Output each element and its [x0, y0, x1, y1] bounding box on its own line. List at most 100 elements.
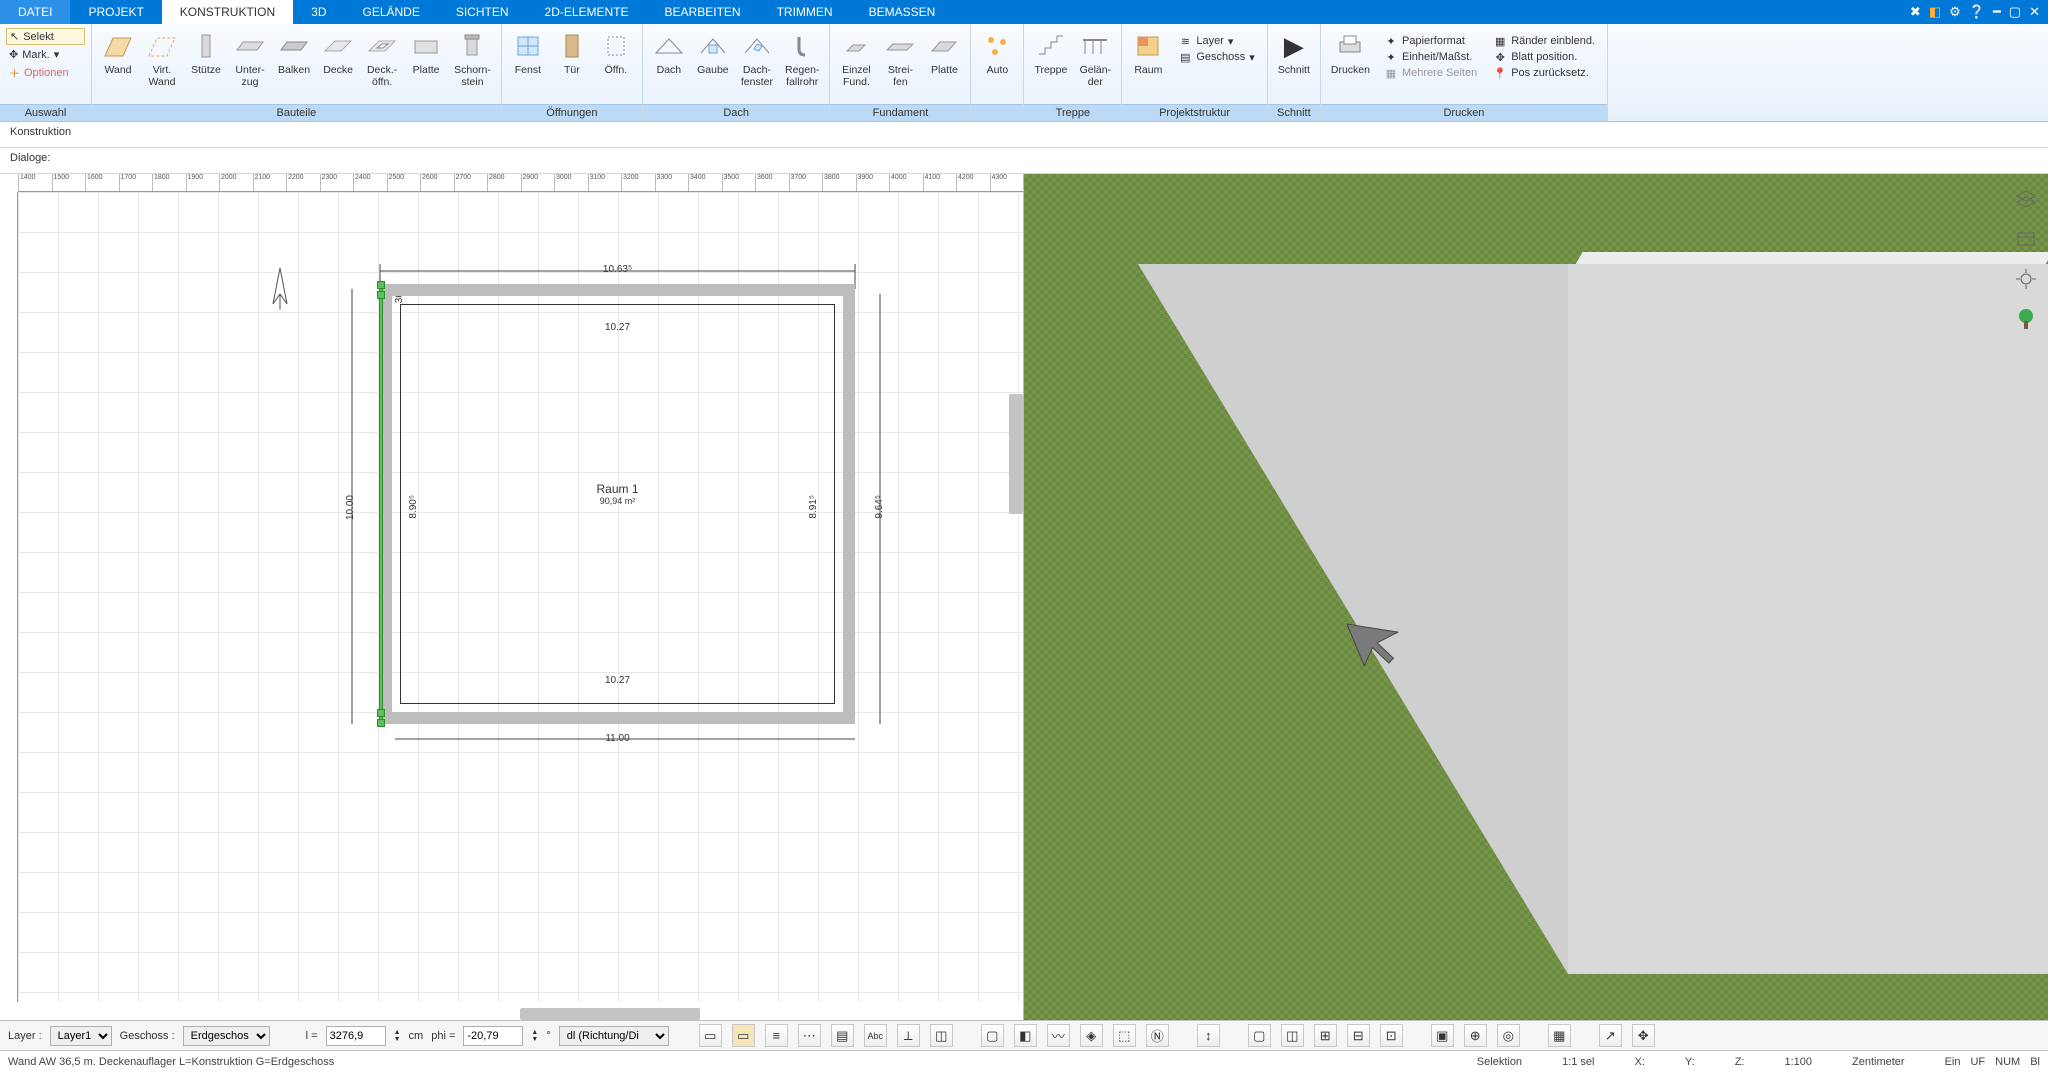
tb-btn-16[interactable]: ▢: [1248, 1024, 1271, 1047]
tab-sichten[interactable]: SICHTEN: [438, 0, 527, 24]
tab-trimmen[interactable]: TRIMMEN: [759, 0, 851, 24]
tb-btn-14[interactable]: Ⓝ: [1146, 1024, 1169, 1047]
tb-btn-5[interactable]: ▤: [831, 1024, 854, 1047]
raum-button[interactable]: Raum: [1126, 28, 1170, 104]
tab-bemassen[interactable]: BEMASSEN: [851, 0, 954, 24]
gelaender-button[interactable]: Gelän- der: [1073, 28, 1117, 104]
dach-button[interactable]: Dach: [647, 28, 691, 104]
tab-3d[interactable]: 3D: [293, 0, 344, 24]
dachfenster-button[interactable]: Dach- fenster: [735, 28, 779, 104]
tb-btn-24[interactable]: ▦: [1548, 1024, 1571, 1047]
streifen-button[interactable]: Strei- fen: [878, 28, 922, 104]
furniture-palette-button[interactable]: [2013, 226, 2039, 252]
window-icon[interactable]: ◧: [1929, 4, 1941, 20]
tb-btn-2[interactable]: ▭: [732, 1024, 755, 1047]
view-2d[interactable]: 1400150016001700180019002000210022002300…: [0, 174, 1024, 1020]
tb-btn-17[interactable]: ◫: [1281, 1024, 1304, 1047]
handle-top2[interactable]: [377, 291, 385, 299]
phi-input[interactable]: [463, 1026, 523, 1046]
tb-btn-12[interactable]: ◈: [1080, 1024, 1103, 1047]
optionen-button[interactable]: ＋ Optionen: [6, 64, 85, 82]
mark-button[interactable]: ✥ Mark. ▾: [6, 47, 85, 62]
oeffn-button[interactable]: Öffn.: [594, 28, 638, 104]
tb-btn-8[interactable]: ◫: [930, 1024, 953, 1047]
fund-platte-button[interactable]: Platte: [922, 28, 966, 104]
tab-konstruktion[interactable]: KONSTRUKTION: [162, 0, 293, 24]
tb-btn-11[interactable]: 〰: [1047, 1024, 1070, 1047]
target-palette-button[interactable]: [2013, 266, 2039, 292]
balken-button[interactable]: Balken: [272, 28, 316, 104]
settings-icon[interactable]: ⚙: [1949, 4, 1961, 20]
schornstein-button[interactable]: Schorn- stein: [448, 28, 497, 104]
tab-bearbeiten[interactable]: BEARBEITEN: [647, 0, 759, 24]
geschoss-dropdown[interactable]: ▤Geschoss▾: [1178, 50, 1254, 64]
unterzug-button[interactable]: Unter- zug: [228, 28, 272, 104]
tree-palette-button[interactable]: [2013, 306, 2039, 332]
einheit-button[interactable]: ✦Einheit/Maßst.: [1384, 50, 1477, 64]
fenster-button[interactable]: Fenst: [506, 28, 550, 104]
l-spinner-down[interactable]: ▼: [394, 1036, 401, 1043]
platte-button[interactable]: Platte: [404, 28, 448, 104]
tb-btn-25[interactable]: ↗: [1599, 1024, 1622, 1047]
phi-spinner-up[interactable]: ▲: [531, 1029, 538, 1036]
layer-select[interactable]: Layer1: [50, 1026, 112, 1046]
mehrere-seiten-button[interactable]: ▦Mehrere Seiten: [1384, 66, 1477, 80]
blatt-button[interactable]: ✥Blatt position.: [1493, 50, 1595, 64]
tb-btn-19[interactable]: ⊟: [1347, 1024, 1370, 1047]
handle-bottom[interactable]: [377, 719, 385, 727]
treppe-button[interactable]: Treppe: [1028, 28, 1073, 104]
gaube-button[interactable]: Gaube: [691, 28, 735, 104]
scrollbar-2d-horizontal[interactable]: [520, 1008, 700, 1020]
tab-gelaende[interactable]: GELÄNDE: [344, 0, 437, 24]
stuetze-button[interactable]: Stütze: [184, 28, 228, 104]
wand-button[interactable]: Wand: [96, 28, 140, 104]
scrollbar-2d-vertical[interactable]: [1009, 394, 1023, 514]
l-spinner-up[interactable]: ▲: [394, 1029, 401, 1036]
selekt-button[interactable]: ↖ Selekt: [6, 28, 85, 45]
tb-btn-21[interactable]: ▣: [1431, 1024, 1454, 1047]
tb-btn-15[interactable]: ↕: [1197, 1024, 1220, 1047]
einzelfund-button[interactable]: Einzel Fund.: [834, 28, 878, 104]
mode-select[interactable]: dl (Richtung/Di: [559, 1026, 669, 1046]
tb-btn-18[interactable]: ⊞: [1314, 1024, 1337, 1047]
tb-btn-6[interactable]: Abc: [864, 1024, 887, 1047]
layer-dropdown[interactable]: ≋Layer▾: [1178, 34, 1254, 48]
tab-projekt[interactable]: PROJEKT: [70, 0, 161, 24]
tb-btn-22[interactable]: ⊕: [1464, 1024, 1487, 1047]
tb-btn-4[interactable]: ⋯: [798, 1024, 821, 1047]
geschoss-select[interactable]: Erdgeschos: [183, 1026, 270, 1046]
auto-button[interactable]: Auto: [975, 28, 1019, 104]
close-icon[interactable]: ✕: [2029, 4, 2040, 20]
tool-icon[interactable]: ✖: [1910, 4, 1921, 20]
tb-btn-26[interactable]: ✥: [1632, 1024, 1655, 1047]
phi-spinner-down[interactable]: ▼: [531, 1036, 538, 1043]
tab-2d-elemente[interactable]: 2D-ELEMENTE: [527, 0, 647, 24]
drucken-button[interactable]: Drucken: [1325, 28, 1376, 104]
tb-btn-10[interactable]: ◧: [1014, 1024, 1037, 1047]
papierformat-button[interactable]: ✦Papierformat: [1384, 34, 1477, 48]
raender-button[interactable]: ▦Ränder einblend.: [1493, 34, 1595, 48]
view-3d[interactable]: [1024, 174, 2048, 1020]
tuer-button[interactable]: Tür: [550, 28, 594, 104]
tb-btn-9[interactable]: ▢: [981, 1024, 1004, 1047]
virtwand-button[interactable]: Virt. Wand: [140, 28, 184, 104]
pos-button[interactable]: 📍Pos zurücksetz.: [1493, 66, 1595, 80]
schnitt-button[interactable]: ▶Schnitt: [1272, 28, 1316, 104]
tb-btn-7[interactable]: ⟂: [897, 1024, 920, 1047]
handle-top[interactable]: [377, 281, 385, 289]
help-icon[interactable]: ❔: [1969, 4, 1985, 20]
tb-btn-23[interactable]: ◎: [1497, 1024, 1520, 1047]
tb-btn-20[interactable]: ⊡: [1380, 1024, 1403, 1047]
l-input[interactable]: [326, 1026, 386, 1046]
tb-btn-3[interactable]: ≡: [765, 1024, 788, 1047]
deckoeffn-button[interactable]: Deck.- öffn.: [360, 28, 404, 104]
floor-plan[interactable]: 10.63⁵ 10.27 10.27 11.00 10.00 8.90⁵ 36⁵…: [380, 284, 855, 724]
regenfallrohr-button[interactable]: Regen- fallrohr: [779, 28, 825, 104]
minimize-icon[interactable]: ━: [1993, 4, 2001, 20]
maximize-icon[interactable]: ▢: [2009, 4, 2021, 20]
layers-palette-button[interactable]: [2013, 186, 2039, 212]
decke-button[interactable]: Decke: [316, 28, 360, 104]
handle-bottom2[interactable]: [377, 709, 385, 717]
tb-btn-1[interactable]: ▭: [699, 1024, 722, 1047]
tab-datei[interactable]: DATEI: [0, 0, 70, 24]
